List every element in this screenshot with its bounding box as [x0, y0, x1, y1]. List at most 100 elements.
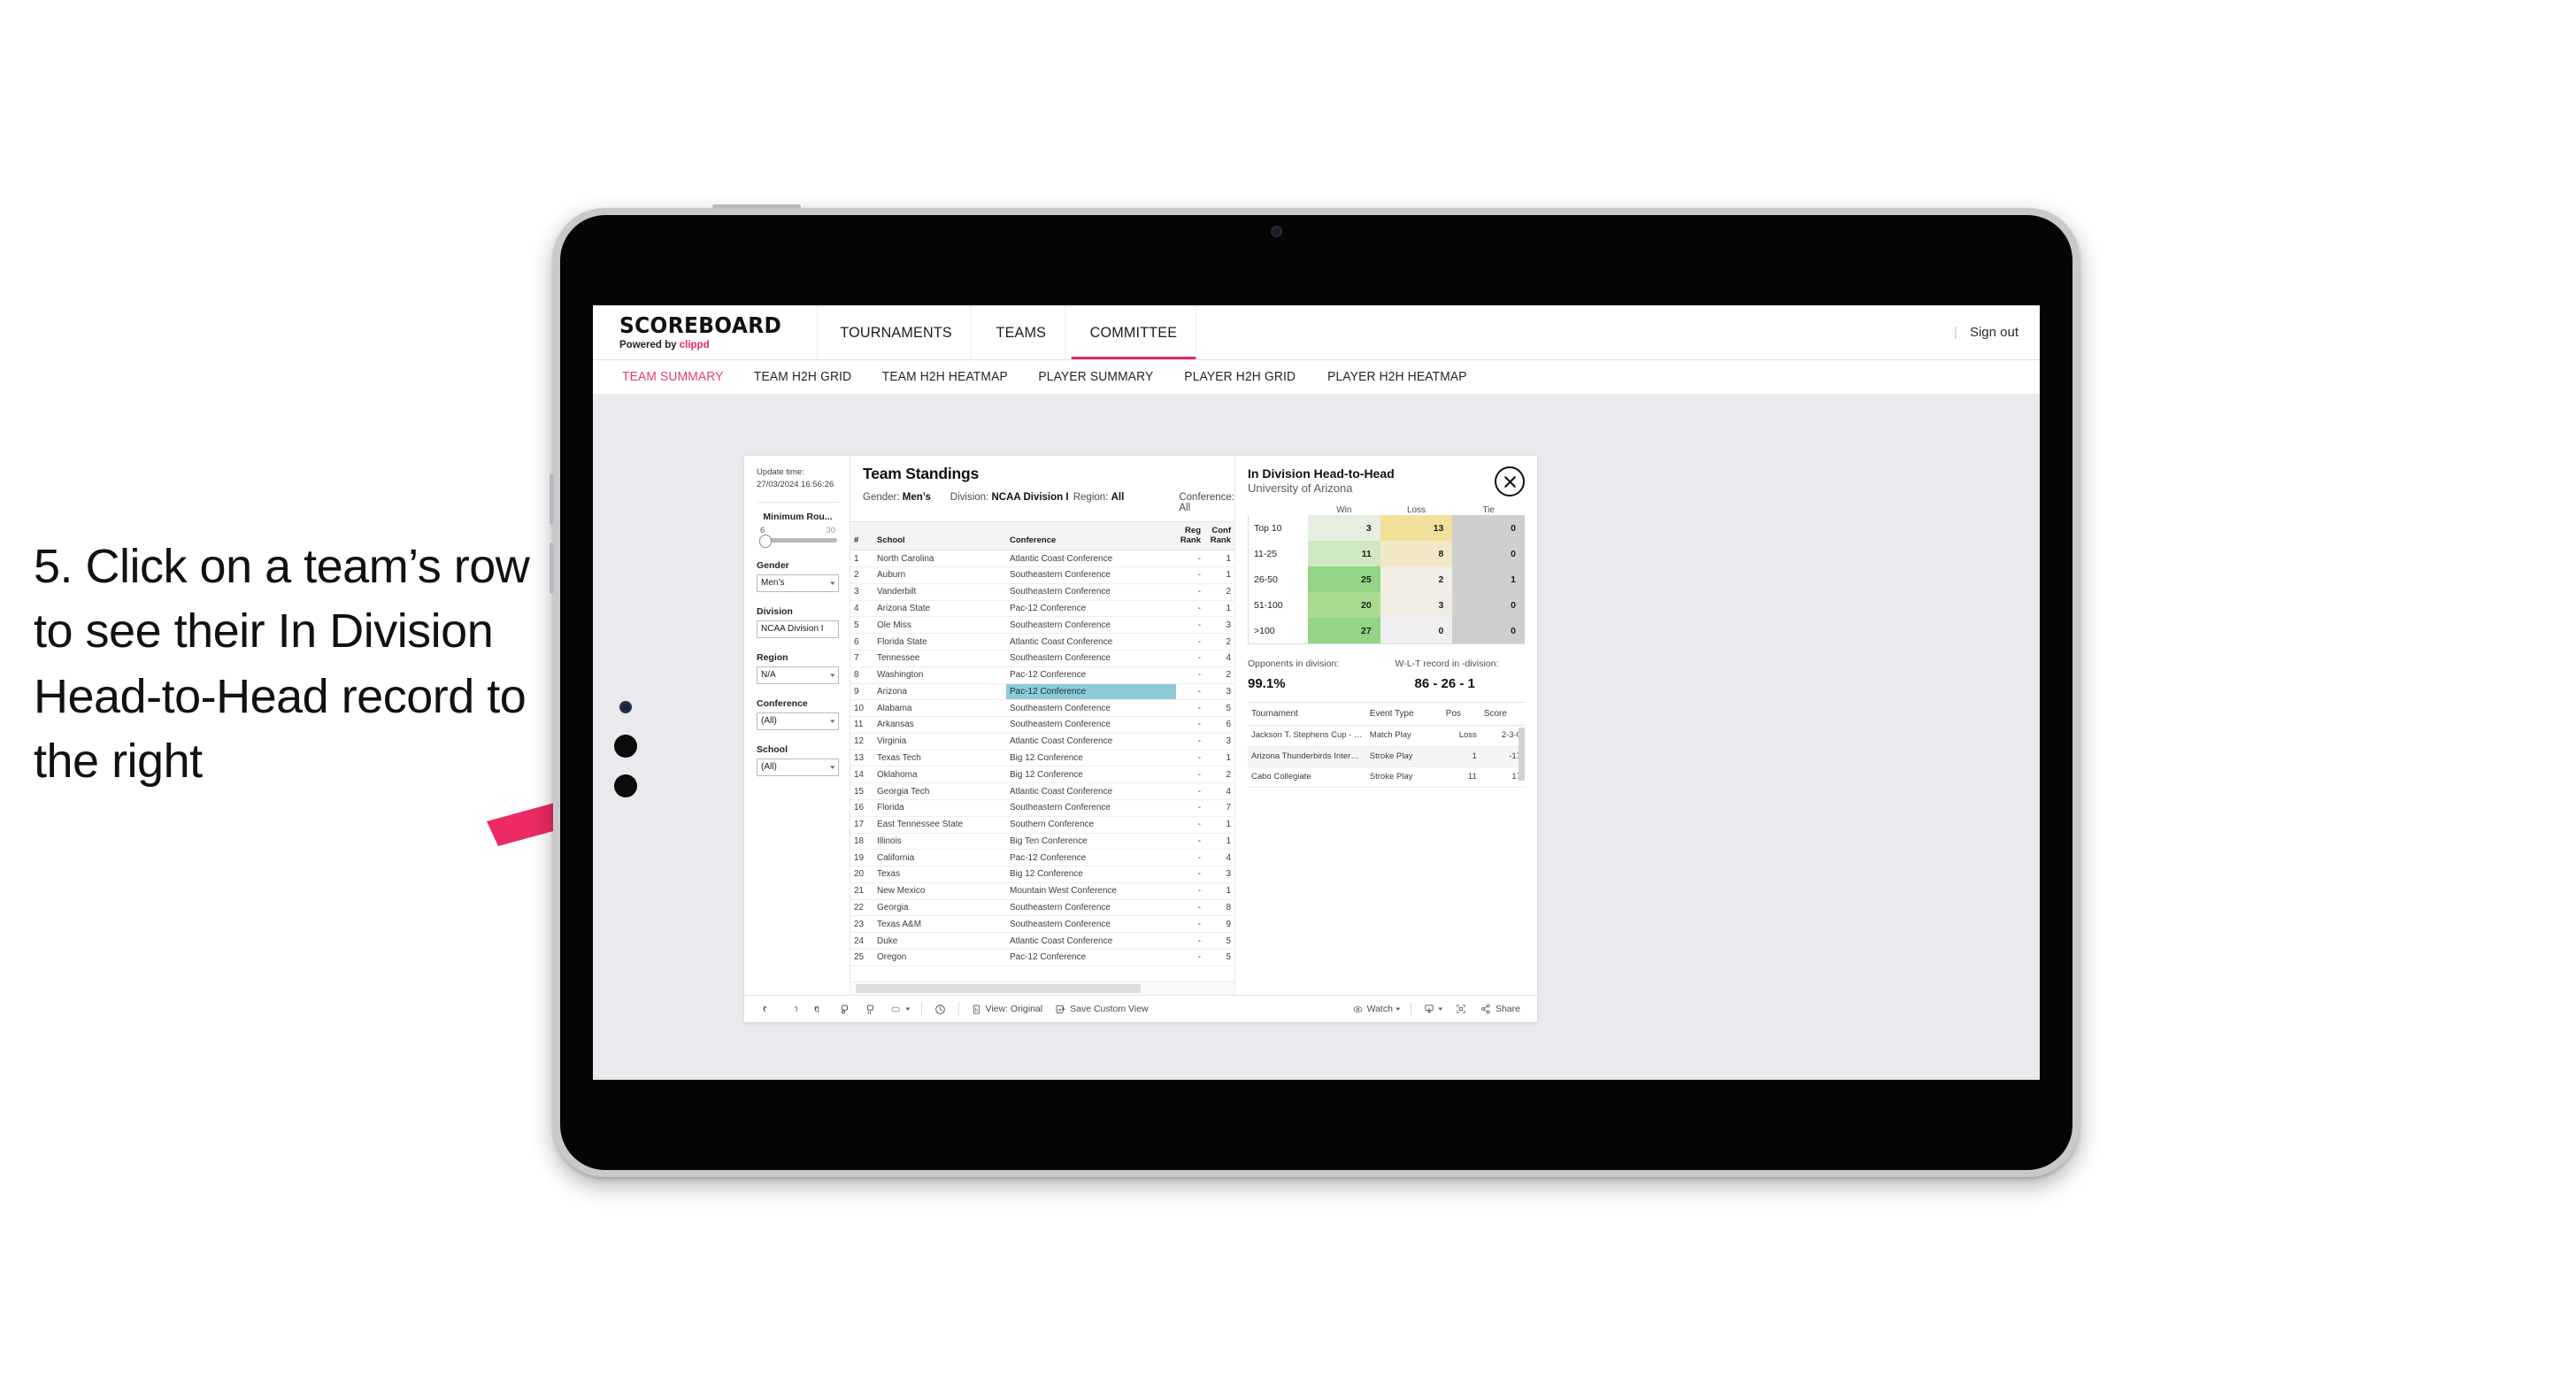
table-row[interactable]: 16FloridaSoutheastern Conference-79244 — [850, 799, 1234, 817]
table-row[interactable]: 24DukeAtlantic Coast Conference-59271 — [850, 932, 1234, 950]
standings-table-scroll[interactable]: #SchoolConferenceRegRankConfRankNoTour R… — [850, 521, 1234, 982]
heatmap-cell-loss[interactable]: 0 — [1380, 618, 1453, 643]
table-row[interactable]: 14OklahomaBig 12 Conference-28242 — [850, 766, 1234, 784]
pause-icon[interactable] — [857, 1003, 883, 1016]
tournament-col-event type[interactable]: Event Type — [1365, 703, 1442, 727]
table-row[interactable]: 8WashingtonPac-12 Conference-28231 — [850, 666, 1234, 684]
slider-track[interactable] — [759, 534, 837, 548]
table-row[interactable]: 9ArizonaPac-12 Conference-38232 — [850, 683, 1234, 701]
horizontal-scrollbar[interactable] — [850, 982, 1234, 995]
undo-icon[interactable] — [755, 1003, 780, 1016]
tournament-row[interactable]: Jackson T. Stephens Cup - Men’s Match Pl… — [1248, 725, 1525, 747]
table-row[interactable]: 6 Florida State Atlantic Coast Conference -… — [850, 633, 1234, 651]
slider-max-value: 30 — [826, 525, 835, 535]
tab-player-h2h-grid[interactable]: PLAYER H2H GRID — [1184, 370, 1296, 384]
sign-out-link[interactable]: Sign out — [1970, 325, 2019, 340]
fullscreen-icon[interactable] — [1449, 1003, 1473, 1015]
heatmap-cell-win[interactable]: 27 — [1308, 618, 1380, 643]
tab-team-h2h-heatmap[interactable]: TEAM H2H HEATMAP — [882, 370, 1008, 384]
conference-select[interactable]: (All) ▾ — [757, 712, 839, 730]
redo-icon[interactable] — [780, 1003, 806, 1016]
heatmap-cell-tie[interactable]: 0 — [1452, 592, 1526, 618]
standings-col-conf-rank[interactable]: Conf Rank — [1204, 522, 1234, 551]
watch-button[interactable]: Watch ▾ — [1346, 1004, 1406, 1015]
refresh-icon[interactable] — [832, 1003, 857, 1016]
heatmap-cell-loss[interactable]: 8 — [1380, 541, 1453, 566]
standings-col-reg-rank[interactable]: Reg Rank — [1176, 522, 1204, 551]
standings-col-conference[interactable]: Conference — [1006, 522, 1176, 551]
table-row[interactable]: 4Arizona StatePac-12 Conference-19261 — [850, 600, 1234, 618]
conf-rank-cell: 2 — [1204, 666, 1234, 684]
nav-item-teams[interactable]: TEAMS — [978, 305, 1066, 359]
view-original-button[interactable]: View: Original — [965, 1004, 1050, 1015]
download-icon[interactable]: ▾ — [1417, 1003, 1449, 1015]
heatmap-cell-win[interactable]: 3 — [1308, 515, 1380, 541]
volume-up-button[interactable] — [550, 474, 554, 525]
tournament-col-score[interactable]: Score — [1480, 703, 1525, 727]
tournament-row[interactable]: Cabo Collegiate Stroke Play 11 17 — [1248, 766, 1525, 789]
table-row[interactable]: 1 North Carolina Atlantic Coast Conference… — [850, 550, 1234, 568]
heatmap-cell-win[interactable]: 25 — [1308, 566, 1380, 592]
heatmap-cell-loss[interactable]: 2 — [1380, 566, 1453, 592]
tab-player-h2h-heatmap[interactable]: PLAYER H2H HEATMAP — [1327, 370, 1467, 384]
slider-handle[interactable] — [759, 534, 772, 548]
tournament-row[interactable]: Arizona Thunderbirds IntercollegiateStro… — [1248, 746, 1525, 767]
vertical-scrollbar-thumb[interactable] — [1519, 728, 1525, 781]
revert-icon[interactable] — [806, 1003, 832, 1016]
table-row[interactable]: 20TexasBig 12 Conference-37200 — [850, 866, 1234, 883]
heatmap-cell-tie[interactable]: 0 — [1452, 618, 1526, 643]
table-row[interactable]: 25OregonPac-12 Conference-57210 — [850, 949, 1234, 966]
heatmap-cell-win[interactable]: 11 — [1308, 541, 1380, 566]
table-row[interactable]: 2AuburnSoutheastern Conference-19276 — [850, 566, 1234, 584]
heatmap-cell-tie[interactable]: 1 — [1452, 566, 1526, 592]
close-icon[interactable] — [1495, 466, 1525, 497]
table-row[interactable]: 11ArkansasSoutheastern Conference-68232 — [850, 716, 1234, 734]
nav-item-tournaments[interactable]: TOURNAMENTS — [821, 305, 972, 359]
tournament-col-pos[interactable]: Pos — [1442, 703, 1480, 727]
school-cell: Texas — [873, 866, 1006, 883]
school-select[interactable]: (All) ▾ — [757, 758, 839, 776]
tab-team-h2h-grid[interactable]: TEAM H2H GRID — [753, 370, 850, 384]
table-row[interactable]: 21New MexicoMountain West Conference-192… — [850, 882, 1234, 900]
conf-rank-cell: 1 — [1204, 750, 1234, 767]
save-custom-view-button[interactable]: Save Custom View — [1049, 1004, 1155, 1015]
rank-cell: 14 — [850, 766, 873, 784]
heatmap-cell-win[interactable]: 20 — [1308, 592, 1380, 618]
heatmap-cell-tie[interactable]: 0 — [1452, 541, 1526, 566]
clock-icon[interactable] — [927, 1003, 953, 1016]
table-row[interactable]: 22GeorgiaSoutheastern Conference-87211 — [850, 899, 1234, 917]
chevron-down-icon: ▾ — [1396, 1006, 1401, 1013]
table-row[interactable]: 12VirginiaAtlantic Coast Conference-3824… — [850, 733, 1234, 751]
volume-down-button[interactable] — [550, 543, 554, 594]
heatmap-cell-tie[interactable]: 0 — [1452, 515, 1526, 541]
table-row[interactable]: 10AlabamaSoutheastern Conference-58233 — [850, 699, 1234, 718]
power-button[interactable] — [712, 204, 801, 209]
tournament-col-tournament[interactable]: Tournament — [1248, 703, 1366, 727]
table-row[interactable]: 3VanderbiltSoutheastern Conference-28235 — [850, 583, 1234, 601]
table-row[interactable]: 23Texas A&MSoutheastern Conference-91030… — [850, 915, 1234, 934]
table-row[interactable]: 7TennesseeSoutheastern Conference-46182 — [850, 650, 1234, 667]
standings-col--[interactable]: # — [850, 522, 873, 551]
gender-select[interactable]: Men’s ▾ — [757, 574, 839, 592]
highlight-icon[interactable]: ▾ — [883, 1003, 916, 1016]
table-row[interactable]: 17 East Tennessee State Southern Conferenc… — [850, 816, 1234, 834]
share-button[interactable]: Share — [1473, 1003, 1526, 1015]
table-row[interactable]: 15 Georgia Tech Atlantic Coast Conference -… — [850, 782, 1234, 800]
table-row[interactable]: 19CaliforniaPac-12 Conference-48242 — [850, 849, 1234, 867]
horizontal-scrollbar-thumb[interactable] — [856, 984, 1141, 993]
brand-tagline-prefix: Powered by — [619, 340, 680, 350]
heatmap-cell-loss[interactable]: 13 — [1380, 515, 1453, 541]
conf-rank-cell: 1 — [1204, 882, 1234, 900]
nav-item-committee[interactable]: COMMITTEE — [1071, 305, 1196, 359]
standings-col-school[interactable]: School — [873, 522, 1006, 551]
table-row[interactable]: 18IllinoisBig Ten Conference-18233 — [850, 833, 1234, 851]
region-select[interactable]: N/A ▾ — [757, 666, 839, 684]
tab-player-summary[interactable]: PLAYER SUMMARY — [1039, 370, 1154, 384]
division-select[interactable]: NCAA Division I — [757, 620, 839, 638]
tab-team-summary[interactable]: TEAM SUMMARY — [622, 370, 724, 384]
table-row[interactable]: 5Ole MissSoutheastern Conference-36181 — [850, 616, 1234, 635]
table-row[interactable]: 13Texas TechBig 12 Conference-19272 — [850, 750, 1234, 767]
heatmap-column-headers: Win Loss Tie — [1248, 505, 1525, 515]
brand-logo[interactable]: SCOREBOARD Powered by clippd — [593, 305, 818, 359]
heatmap-cell-loss[interactable]: 3 — [1380, 592, 1453, 618]
